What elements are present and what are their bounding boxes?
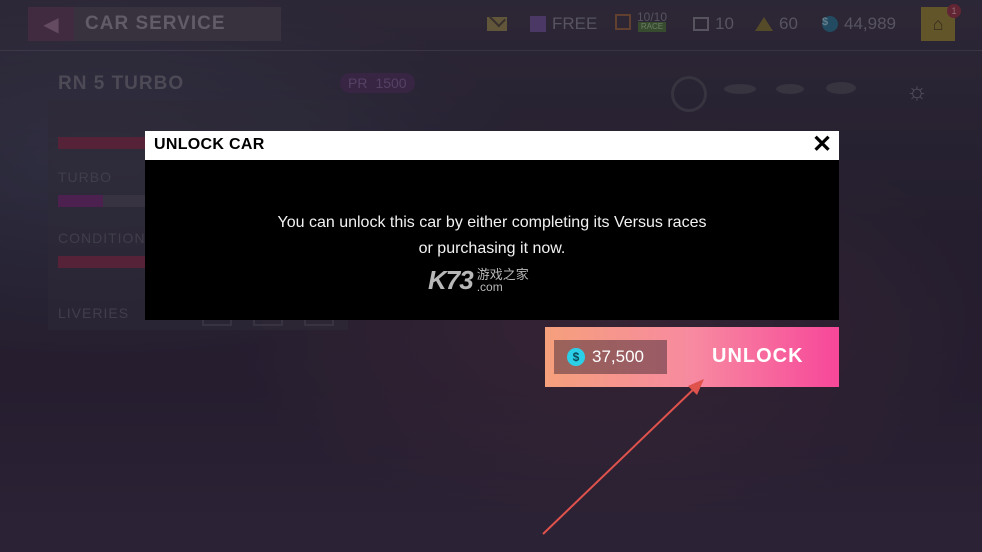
- annotation-arrow-icon: [542, 379, 704, 535]
